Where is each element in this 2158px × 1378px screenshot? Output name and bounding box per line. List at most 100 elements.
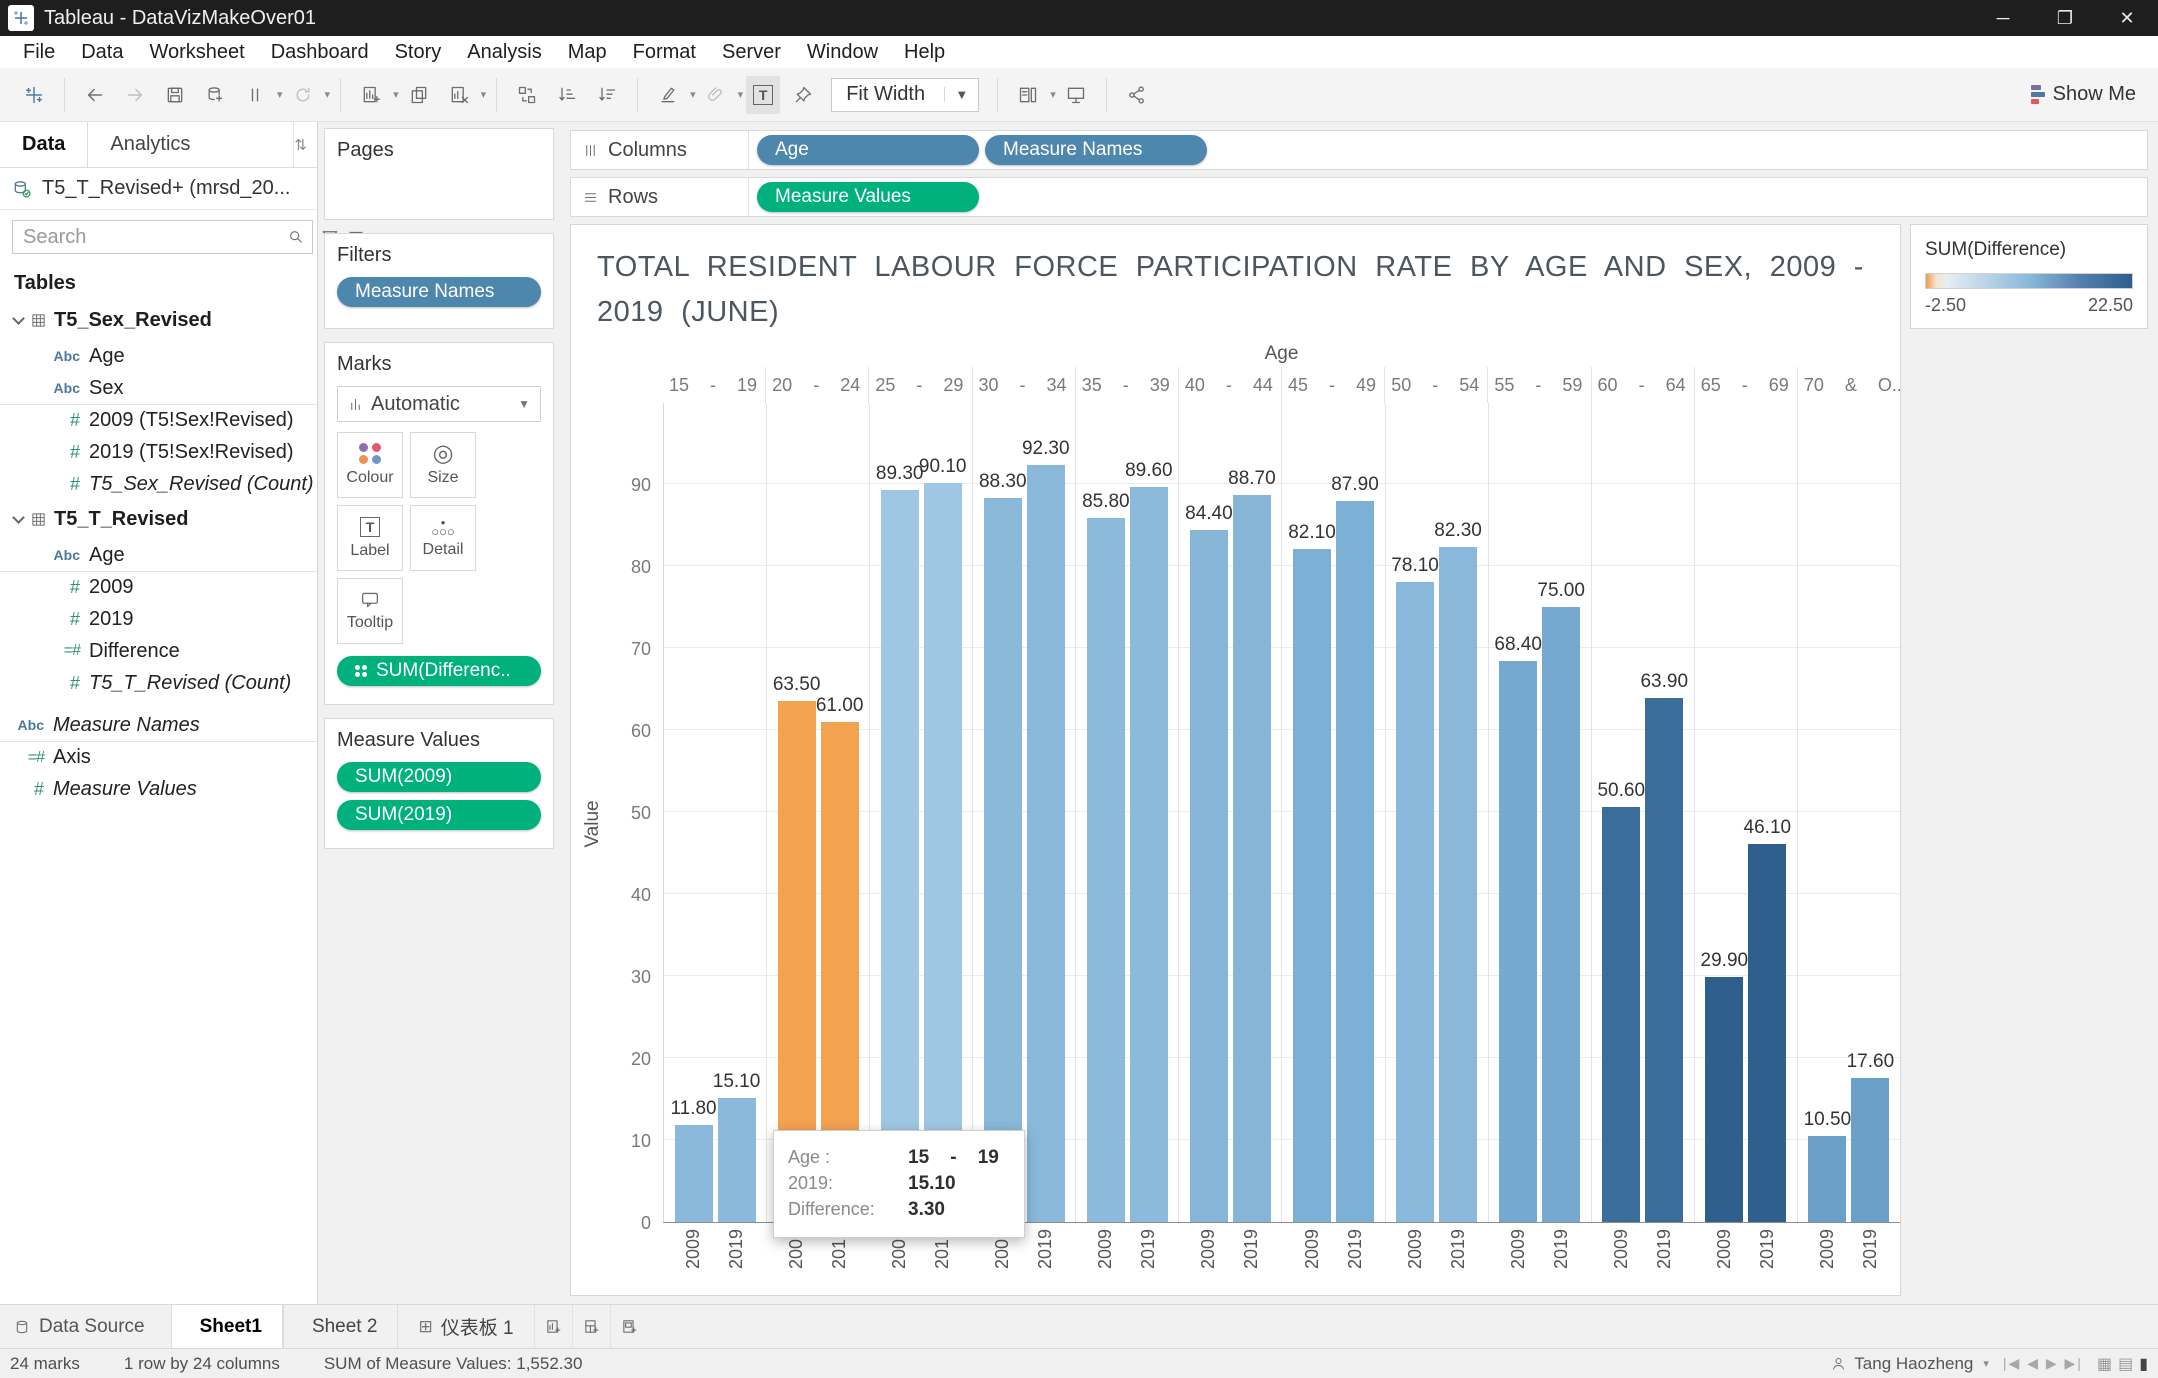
colour-button[interactable]: Colour [337, 432, 403, 498]
bar[interactable]: 78.10 [1396, 582, 1434, 1222]
bar[interactable]: 11.80 [675, 1125, 713, 1222]
field-row[interactable]: =# Axis [0, 741, 317, 773]
bar[interactable]: 92.30 [1027, 465, 1065, 1222]
bar[interactable]: 68.40 [1499, 661, 1537, 1222]
tooltip-button[interactable]: Tooltip [337, 578, 403, 644]
pages-card[interactable]: Pages [324, 128, 554, 220]
bar[interactable]: 82.30 [1439, 547, 1477, 1222]
tableau-home-icon[interactable] [17, 76, 51, 114]
show-hide-cards-icon[interactable] [1011, 76, 1045, 114]
field-row[interactable]: # 2009 [0, 571, 317, 603]
detail-button[interactable]: •○○○ Detail [410, 505, 476, 571]
record-navigation-icons[interactable]: |◀ ◀ ▶ ▶| [2003, 1355, 2083, 1372]
show-me-button[interactable]: Show Me [2031, 83, 2144, 106]
sort-ascending-icon[interactable] [550, 76, 584, 114]
new-story-tab-icon[interactable] [610, 1305, 648, 1348]
new-data-source-icon[interactable] [198, 76, 232, 114]
fit-selector[interactable]: Fit Width ▼ [831, 78, 979, 112]
menu-item[interactable]: Worksheet [136, 36, 257, 68]
table-group-header[interactable]: T5_Sex_Revised [0, 301, 317, 340]
field-row[interactable]: =# Difference [0, 635, 317, 667]
undo-icon[interactable] [78, 76, 112, 114]
search-input[interactable] [23, 226, 288, 249]
field-row[interactable]: # T5_T_Revised (Count) [0, 667, 317, 699]
bar[interactable]: 50.60 [1602, 807, 1640, 1222]
field-row[interactable]: Abc Measure Names [0, 709, 317, 741]
bar[interactable]: 84.40 [1190, 530, 1228, 1222]
menu-item[interactable]: Map [555, 36, 620, 68]
clear-sheet-icon[interactable] [442, 76, 476, 114]
minimize-button[interactable]: ─ [1972, 0, 2034, 36]
columns-shelf[interactable]: Columns AgeMeasure Names [570, 130, 2148, 170]
datasource-row[interactable]: T5_T_Revised+ (mrsd_20... [0, 168, 317, 210]
group-members-caret-icon[interactable]: ▾ [738, 88, 744, 101]
colour-shelf-pill[interactable]: SUM(Differenc.. [337, 656, 541, 686]
bar[interactable]: 90.10 [924, 483, 962, 1222]
bar[interactable]: 82.10 [1293, 549, 1331, 1222]
table-group-header[interactable]: T5_T_Revised [0, 500, 317, 539]
close-button[interactable]: ✕ [2096, 0, 2158, 36]
bar[interactable]: 15.10 [718, 1098, 756, 1222]
bar[interactable]: 63.90 [1645, 698, 1683, 1222]
swap-rows-columns-icon[interactable] [510, 76, 544, 114]
bar[interactable]: 85.80 [1087, 518, 1125, 1222]
menu-item[interactable]: Dashboard [258, 36, 382, 68]
bar[interactable]: 10.50 [1808, 1136, 1846, 1222]
duplicate-sheet-icon[interactable] [402, 76, 436, 114]
field-row[interactable]: # 2019 [0, 603, 317, 635]
size-button[interactable]: ◎ Size [410, 432, 476, 498]
bar[interactable]: 87.90 [1336, 501, 1374, 1222]
redo-icon[interactable] [118, 76, 152, 114]
colour-legend[interactable]: SUM(Difference) -2.50 22.50 [1910, 224, 2148, 329]
show-mark-labels-icon[interactable]: T [746, 76, 780, 114]
field-row[interactable]: # 2019 (T5!Sex!Revised) [0, 436, 317, 468]
tab-data[interactable]: Data [0, 122, 88, 167]
save-icon[interactable] [158, 76, 192, 114]
clear-sheet-caret-icon[interactable]: ▾ [481, 88, 487, 101]
new-dashboard-tab-icon[interactable] [572, 1305, 610, 1348]
shelf-pill[interactable]: Measure Names [985, 135, 1207, 165]
presentation-mode-icon[interactable] [1059, 76, 1093, 114]
filters-card[interactable]: Filters Measure Names [324, 233, 554, 329]
rows-shelf[interactable]: Rows Measure Values [570, 177, 2148, 217]
bar[interactable]: 88.30 [984, 498, 1022, 1222]
measure-value-pill[interactable]: SUM(2009) [337, 762, 541, 792]
menu-item[interactable]: Server [709, 36, 794, 68]
pane-sort-icon[interactable]: ⇅ [294, 122, 317, 167]
field-row[interactable]: # Measure Values [0, 773, 317, 805]
sort-descending-icon[interactable] [590, 76, 624, 114]
bar[interactable]: 89.30 [881, 490, 919, 1222]
mark-type-dropdown[interactable]: Automatic ▼ [337, 386, 541, 422]
share-workbook-icon[interactable] [1120, 76, 1154, 114]
data-source-tab[interactable]: Data Source [0, 1305, 171, 1348]
sheet-tab[interactable]: Sheet1 [171, 1305, 283, 1348]
bar[interactable]: 46.10 [1748, 844, 1786, 1222]
bar[interactable]: 89.60 [1130, 487, 1168, 1222]
bar[interactable]: 29.90 [1705, 977, 1743, 1222]
menu-item[interactable]: Window [794, 36, 891, 68]
new-worksheet-tab-icon[interactable] [534, 1305, 572, 1348]
collapse-chevron-icon[interactable] [12, 312, 25, 325]
highlight-icon[interactable] [651, 76, 685, 114]
menu-item[interactable]: Story [382, 36, 455, 68]
field-row[interactable]: Abc Sex [0, 372, 317, 404]
user-menu[interactable]: Tang Haozheng ▾ [1831, 1354, 1989, 1374]
pause-auto-updates-icon[interactable] [238, 76, 272, 114]
menu-item[interactable]: Analysis [454, 36, 554, 68]
label-button[interactable]: T Label [337, 505, 403, 571]
field-row[interactable]: Abc Age [0, 340, 317, 372]
refresh-caret-icon[interactable]: ▾ [325, 88, 331, 101]
menu-item[interactable]: Help [891, 36, 958, 68]
bar[interactable]: 17.60 [1851, 1078, 1889, 1222]
collapse-chevron-icon[interactable] [12, 511, 25, 524]
measure-value-pill[interactable]: SUM(2019) [337, 800, 541, 830]
shelf-pill[interactable]: Age [757, 135, 979, 165]
menu-item[interactable]: Data [68, 36, 136, 68]
y-axis[interactable]: Value 0102030405060708090 [571, 403, 663, 1223]
search-box[interactable] [12, 220, 313, 254]
bar[interactable]: 75.00 [1542, 607, 1580, 1222]
field-row[interactable]: Abc Age [0, 539, 317, 571]
new-worksheet-caret-icon[interactable]: ▾ [393, 88, 399, 101]
sheet-tab[interactable]: Sheet 2 [283, 1305, 398, 1348]
highlight-caret-icon[interactable]: ▾ [690, 88, 696, 101]
